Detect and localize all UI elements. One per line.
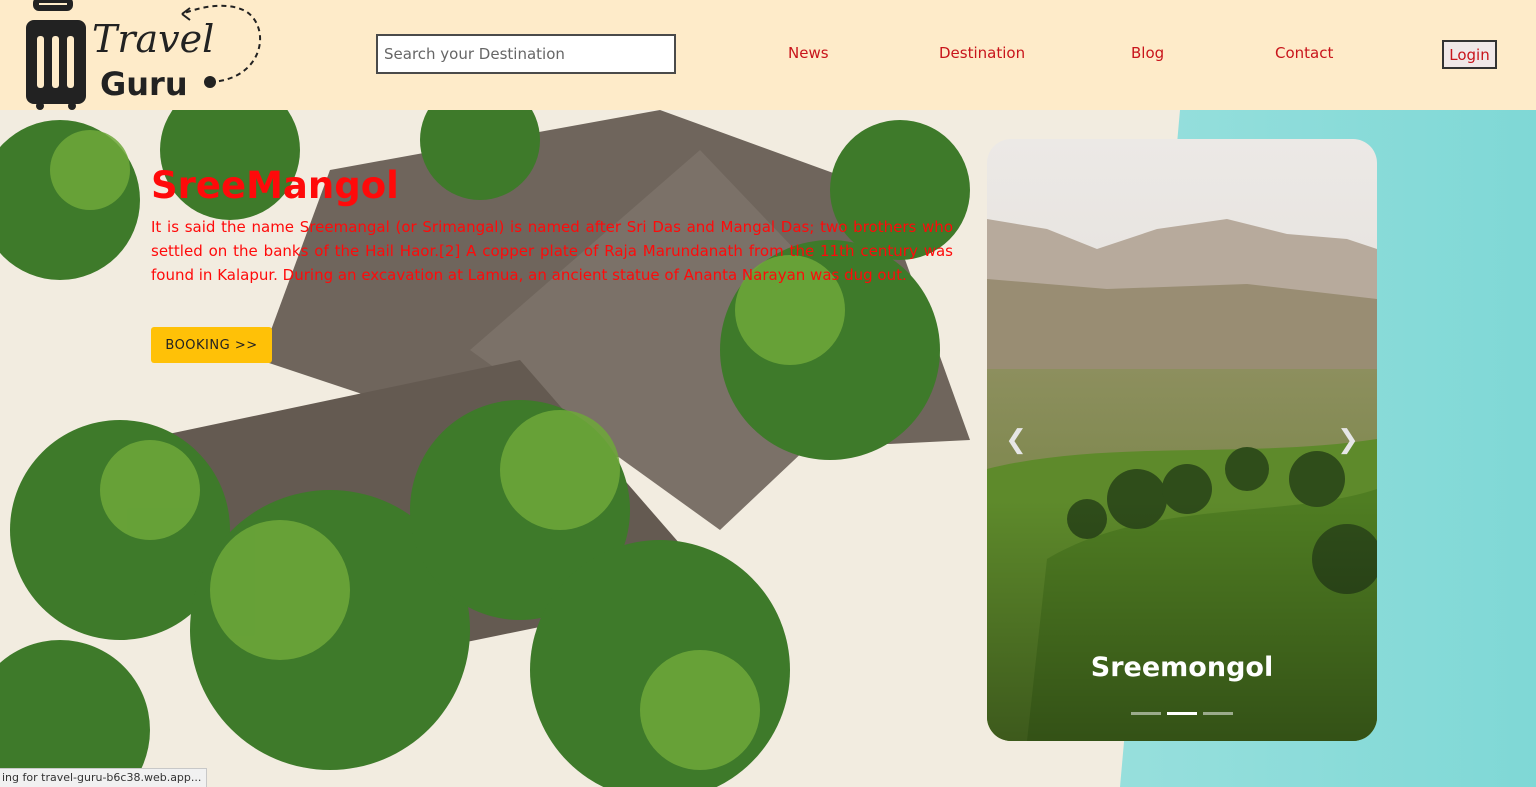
hero-content: SreeMangol It is said the name Sreemanga… <box>151 163 953 287</box>
carousel-indicator-2[interactable] <box>1167 712 1197 715</box>
svg-text:Travel: Travel <box>92 17 214 61</box>
carousel-slide-image <box>987 139 1377 741</box>
browser-status-bar: ing for travel-guru-b6c38.web.app... <box>0 768 207 787</box>
booking-button[interactable]: BOOKING >> <box>151 327 272 363</box>
nav-link-contact[interactable]: Contact <box>1275 44 1333 62</box>
chevron-right-icon[interactable]: ❯ <box>1333 425 1363 455</box>
nav-link-news[interactable]: News <box>788 44 829 62</box>
destination-carousel[interactable]: ❮ ❯ Sreemongol <box>987 139 1377 741</box>
carousel-indicator-1[interactable] <box>1131 712 1161 715</box>
nav-link-destination[interactable]: Destination <box>939 44 1025 62</box>
login-button[interactable]: Login <box>1442 40 1497 69</box>
carousel-indicator-3[interactable] <box>1203 712 1233 715</box>
search-input[interactable] <box>376 34 676 74</box>
chevron-left-icon[interactable]: ❮ <box>1001 425 1031 455</box>
destination-title: SreeMangol <box>151 164 399 207</box>
nav-link-blog[interactable]: Blog <box>1131 44 1164 62</box>
travel-guru-logo[interactable]: Travel Guru <box>22 0 272 110</box>
destination-description: It is said the name Sreemangal (or Srima… <box>151 218 953 284</box>
svg-text:Guru: Guru <box>100 65 188 103</box>
carousel-caption: Sreemongol <box>1090 652 1274 683</box>
site-header: Travel Guru News Destination Blog Contac… <box>0 0 1536 110</box>
